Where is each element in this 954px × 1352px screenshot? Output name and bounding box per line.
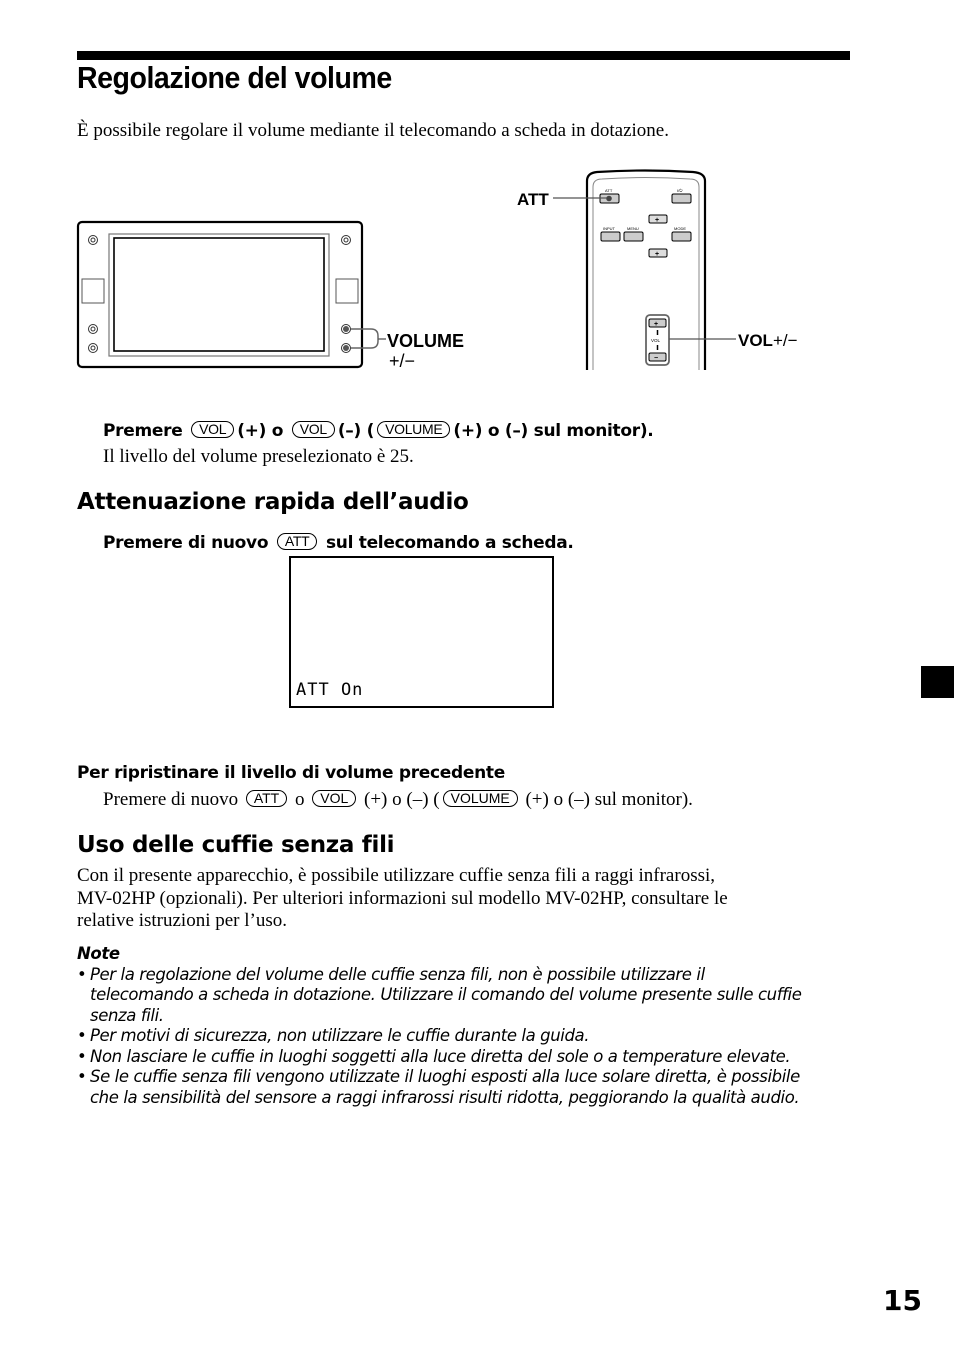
remote-att-label: ATT xyxy=(517,190,549,209)
remote-menu-button xyxy=(623,231,644,242)
note-item: Per la regolazione del volume delle cuff… xyxy=(77,965,810,1027)
note-item: Per motivi di sicurezza, non utilizzare … xyxy=(77,1026,857,1047)
svg-text:+: + xyxy=(655,217,659,224)
svg-text:I/⏻: I/⏻ xyxy=(677,188,683,193)
remote-vol-label: VOL xyxy=(738,331,773,350)
notes-block: Note Per la regolazione del volume delle… xyxy=(77,944,857,1108)
notes-title: Note xyxy=(77,944,120,963)
att-key: ATT xyxy=(245,790,288,807)
att-instr-suffix: sul telecomando a scheda. xyxy=(325,533,574,553)
svg-text:VOL: VOL xyxy=(651,338,661,343)
note-item: Se le cuffie senza fili vengono utilizza… xyxy=(77,1067,820,1108)
step1-suffix: (+) o (–) sul monitor). xyxy=(453,421,654,441)
att-key: ATT xyxy=(276,533,318,550)
remote-vol-sublabel: +/− xyxy=(773,331,798,350)
title-rule xyxy=(77,51,850,60)
note-item: Non lasciare le cuffie in luoghi soggett… xyxy=(77,1047,857,1068)
svg-text:INPUT: INPUT xyxy=(603,226,616,231)
step1-mid1: (+) o xyxy=(237,421,284,441)
vol-key: VOL xyxy=(191,421,235,438)
step1-detail: Il livello del volume preselezionato è 2… xyxy=(103,446,414,467)
remote-att-text: ATT xyxy=(605,188,613,193)
section-heading-att: Attenuazione rapida dell’audio xyxy=(77,489,469,515)
restore-mid2: (+) o (–) ( xyxy=(364,789,440,810)
monitor-illustration: VOLUME +/− xyxy=(76,220,464,371)
remote-input-button xyxy=(600,231,621,242)
monitor-volume-sublabel: +/− xyxy=(389,351,415,371)
page-title: Regolazione del volume xyxy=(77,60,392,95)
headphones-body: Con il presente apparecchio, è possibile… xyxy=(77,865,728,933)
volume-key: VOLUME xyxy=(442,790,518,807)
vol-key: VOL xyxy=(291,421,335,438)
body-line: MV-02HP (opzionali). Per ulteriori infor… xyxy=(77,887,728,909)
osd-text: ATT On xyxy=(296,680,364,700)
remote-illustration: ATT I/⏻ + INPUT MENU MODE + + VOL − ATT … xyxy=(517,169,798,370)
remote-power-button xyxy=(671,193,692,204)
step1-mid2: (–) ( xyxy=(337,421,375,441)
step1-instruction: Premere VOL (+) o VOL (–) (VOLUME (+) o (–)… xyxy=(103,421,654,441)
restore-suffix: (+) o (–) sul monitor). xyxy=(525,789,693,810)
section-thumb-tab xyxy=(921,666,954,698)
att-instr-prefix: Premere di nuovo xyxy=(103,533,269,553)
restore-mid1: o xyxy=(294,789,305,810)
monitor-volume-label: VOLUME xyxy=(387,331,464,351)
step1-prefix: Premere xyxy=(103,421,183,441)
svg-text:−: − xyxy=(654,355,658,362)
att-instruction: Premere di nuovo ATT sul telecomando a s… xyxy=(103,533,574,553)
svg-text:+: + xyxy=(654,321,658,328)
svg-text:MODE: MODE xyxy=(674,226,686,231)
monitor-body xyxy=(76,220,364,369)
intro-text: È possibile regolare il volume mediante … xyxy=(77,120,669,141)
restore-instruction: Premere di nuovo ATT o VOL (+) o (–) (VO… xyxy=(103,789,693,811)
restore-prefix: Premere di nuovo xyxy=(103,789,239,810)
body-line: relative istruzioni per l’uso. xyxy=(77,910,287,931)
svg-text:MENU: MENU xyxy=(627,226,639,231)
page-number: 15 xyxy=(883,1284,922,1317)
section-heading-restore: Per ripristinare il livello di volume pr… xyxy=(77,763,505,783)
vol-key: VOL xyxy=(312,790,357,807)
osd-screen: ATT On xyxy=(289,556,554,708)
volume-key: VOLUME xyxy=(377,421,451,438)
body-line: Con il presente apparecchio, è possibile… xyxy=(77,865,716,886)
section-heading-headphones: Uso delle cuffie senza fili xyxy=(77,832,395,858)
remote-mode-button xyxy=(671,231,692,242)
svg-text:+: + xyxy=(655,251,659,258)
